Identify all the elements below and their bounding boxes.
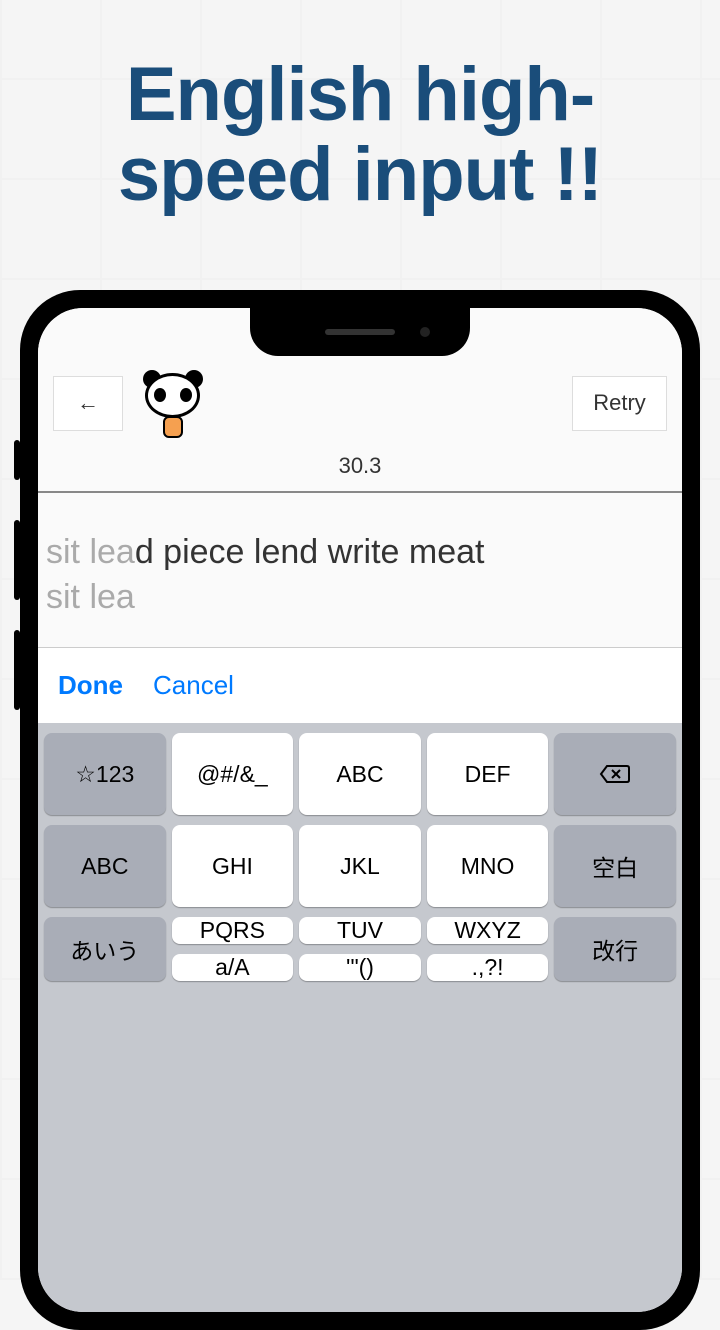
- phone-screen: ← Retry 30.3 sit lead piece lend write m…: [38, 308, 682, 1312]
- cancel-button[interactable]: Cancel: [153, 670, 234, 701]
- backspace-icon: [599, 762, 631, 786]
- panda-character-icon: [138, 368, 208, 438]
- key-wxyz[interactable]: WXYZ: [427, 917, 549, 944]
- phone-side-button: [14, 630, 20, 710]
- retry-label: Retry: [593, 390, 646, 416]
- retry-button[interactable]: Retry: [572, 376, 667, 431]
- key-punctuation[interactable]: .,?!: [427, 954, 549, 981]
- key-mode-kana[interactable]: あいう: [44, 917, 166, 981]
- key-case-toggle[interactable]: a/A: [172, 954, 294, 981]
- key-tuv[interactable]: TUV: [299, 917, 421, 944]
- typing-area: sit lead piece lend write meat sit lea: [38, 493, 682, 648]
- phone-side-button: [14, 440, 20, 480]
- phone-mockup-frame: ← Retry 30.3 sit lead piece lend write m…: [20, 290, 700, 1330]
- key-space[interactable]: 空白: [554, 825, 676, 907]
- key-quotes[interactable]: '"(): [299, 954, 421, 981]
- key-def[interactable]: DEF: [427, 733, 549, 815]
- typed-portion: sit lea: [46, 533, 135, 571]
- user-input-text[interactable]: sit lea: [46, 578, 674, 617]
- phone-side-button: [14, 520, 20, 600]
- key-mno[interactable]: MNO: [427, 825, 549, 907]
- target-text: sit lead piece lend write meat: [46, 533, 674, 572]
- done-button[interactable]: Done: [58, 670, 123, 701]
- back-button[interactable]: ←: [53, 376, 123, 431]
- camera-icon: [420, 327, 430, 337]
- key-mode-abc[interactable]: ABC: [44, 825, 166, 907]
- key-return[interactable]: 改行: [554, 917, 676, 981]
- phone-notch: [250, 308, 470, 356]
- back-arrow-icon: ←: [77, 390, 99, 416]
- keyboard: ☆123 @#/&_ ABC DEF ABC GHI: [38, 723, 682, 1312]
- key-num-symbols[interactable]: ☆123: [44, 733, 166, 815]
- key-ghi[interactable]: GHI: [172, 825, 294, 907]
- keyboard-action-bar: Done Cancel: [38, 648, 682, 723]
- key-pqrs[interactable]: PQRS: [172, 917, 294, 944]
- key-backspace[interactable]: [554, 733, 676, 815]
- promo-headline: English high-speed input !!: [0, 0, 720, 245]
- key-special-chars[interactable]: @#/&_: [172, 733, 294, 815]
- speaker-icon: [325, 329, 395, 335]
- key-jkl[interactable]: JKL: [299, 825, 421, 907]
- key-abc[interactable]: ABC: [299, 733, 421, 815]
- timer-display: 30.3: [38, 448, 682, 493]
- remaining-portion: d piece lend write meat: [135, 533, 485, 571]
